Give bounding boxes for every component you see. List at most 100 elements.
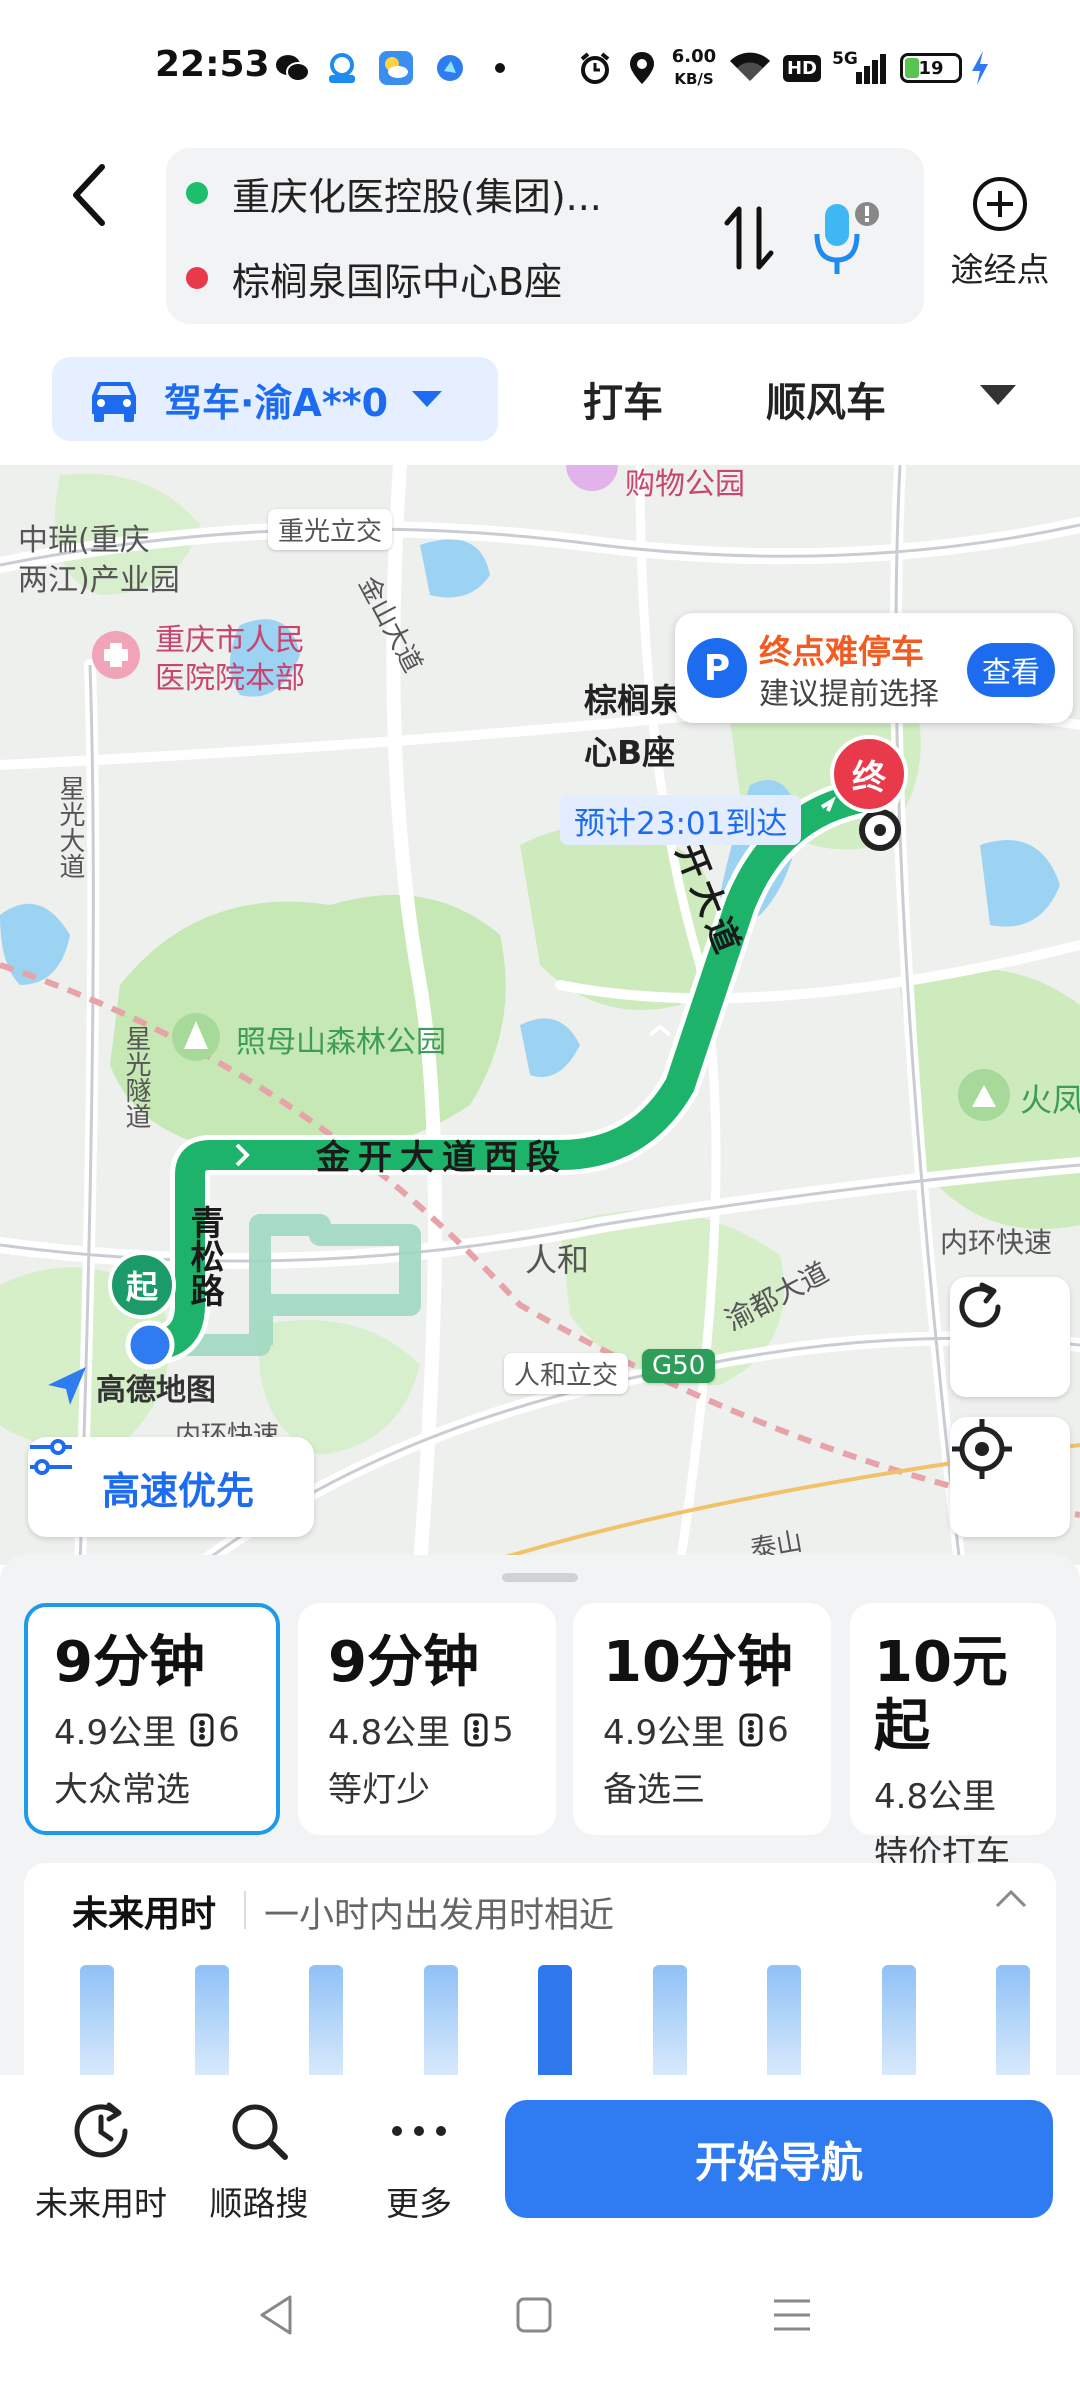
back-button[interactable] (60, 155, 120, 235)
route-road-label-qingsong: 青松路 (184, 1205, 224, 1307)
app-icon (430, 48, 470, 88)
future-time-bar[interactable] (996, 1965, 1030, 2075)
add-waypoint-button[interactable]: 途经点 (940, 175, 1060, 305)
parking-view-button[interactable]: 查看 (967, 643, 1055, 697)
parking-tip-card[interactable]: P 终点难停车 建议提前选择 查看 (675, 613, 1073, 723)
route-option-taxi[interactable]: 10元起 4.8公里 特价打车 (850, 1603, 1056, 1874)
clock-history-icon (74, 2102, 128, 2158)
future-time-button[interactable]: 未来用时 (26, 2099, 176, 2225)
highway-preference-label: 高速优先 (101, 1468, 254, 1513)
back-nav-button[interactable] (246, 2285, 306, 2345)
map-label-chongguang: 重光立交 (268, 509, 393, 550)
chevron-down-icon (412, 391, 443, 407)
destination-dot (186, 267, 208, 289)
eta-label: 预计23:01到达 (560, 795, 802, 845)
origin-field[interactable]: 重庆化医控股(集团)... (186, 163, 602, 223)
route-option-name: 大众常选 (54, 1770, 190, 1810)
route-road-label-main: 金开大道西段 (316, 1138, 568, 1178)
status-bar: 22:53 6.00 KB/S HD 5G 19 (0, 0, 1080, 140)
route-option-time: 10分钟 (603, 1630, 793, 1695)
battery-icon: 19 (896, 48, 966, 88)
map-label-xingguang-ave: 星光大道 (55, 775, 85, 879)
menu-icon (774, 2299, 810, 2331)
route-option-2[interactable]: 9分钟 4.8公里 5 等灯少 (298, 1603, 556, 1835)
refresh-button[interactable] (950, 1277, 1070, 1397)
tab-drive[interactable]: 驾车·渝A**0 (52, 357, 498, 441)
net-speed-unit: KB/S (674, 70, 714, 88)
route-option-meta: 4.8公里 (874, 1769, 1056, 1818)
refresh-icon (959, 1282, 1001, 1328)
collapse-button[interactable] (994, 1887, 1028, 1913)
future-time-bar[interactable] (80, 1965, 114, 2075)
parking-subtitle: 建议提前选择 (759, 677, 939, 712)
net-speed-value: 6.00 (671, 46, 717, 67)
map-view[interactable]: 购物公园 中瑞(重庆 两江)产业园 重光立交 重庆市人民 医院院本部 金山大道 … (0, 465, 1080, 1565)
settings-sliders-icon (30, 1439, 72, 1475)
more-button[interactable]: 更多 (344, 2099, 494, 2225)
start-navigation-button[interactable]: 开始导航 (505, 2100, 1053, 2218)
traffic-light-icon (739, 1713, 763, 1746)
locate-button[interactable] (950, 1417, 1070, 1537)
map-label-xingguang-tunnel: 星光隧道 (121, 1025, 151, 1129)
future-time-bar[interactable] (195, 1965, 229, 2075)
more-label: 更多 (386, 2184, 452, 2223)
origin-text: 重庆化医控股(集团)... (232, 174, 602, 219)
future-time-bar[interactable] (653, 1965, 687, 2075)
parking-title: 终点难停车 (759, 632, 924, 671)
map-label-zhongrui-2: 两江)产业园 (18, 563, 180, 598)
drag-handle[interactable] (502, 1573, 578, 1582)
tab-carpool[interactable]: 顺风车 (766, 370, 886, 428)
traffic-light-icon (190, 1713, 214, 1746)
tab-taxi[interactable]: 打车 (583, 370, 663, 428)
map-label-inner-ring: 内环快速 (940, 1226, 1053, 1259)
future-time-bar[interactable] (767, 1965, 801, 2075)
destination-name-line2: 心B座 (584, 733, 676, 772)
route-option-meta: 4.9公里 6 (603, 1705, 831, 1754)
future-time-bar[interactable] (424, 1965, 458, 2075)
status-time: 22:53 (155, 44, 270, 85)
wifi-icon (728, 48, 772, 88)
more-modes-button[interactable] (978, 383, 1018, 413)
bottom-action-bar: 未来用时 顺路搜 更多 开始导航 (0, 2075, 1080, 2245)
map-label-zhaomushan: 照母山森林公园 (236, 1025, 446, 1060)
map-label-huofeng: 火凤 (1020, 1081, 1080, 1119)
search-icon (232, 2104, 288, 2160)
route-option-3[interactable]: 10分钟 4.9公里 6 备选三 (573, 1603, 831, 1835)
voice-input-button[interactable] (806, 193, 886, 283)
menu-nav-button[interactable] (762, 2285, 822, 2345)
future-time-subtitle: 一小时内出发用时相近 (264, 1896, 615, 1936)
route-option-distance: 4.9公里 (603, 1713, 726, 1753)
waypoint-label: 途经点 (950, 250, 1050, 289)
future-time-bar[interactable] (882, 1965, 916, 2075)
more-dots-icon (392, 2126, 446, 2136)
destination-name-label: 棕榈泉 心B座 (584, 675, 683, 779)
destination-field[interactable]: 棕榈泉国际中心B座 (186, 248, 562, 308)
future-time-bar-current[interactable] (538, 1965, 572, 2075)
highway-preference-button[interactable]: 高速优先 (28, 1437, 314, 1537)
location-icon (624, 48, 660, 88)
future-time-bar[interactable] (309, 1965, 343, 2075)
origin-dot (186, 182, 208, 204)
route-option-lights: 6 (767, 1709, 789, 1750)
hd-badge: HD (782, 48, 822, 88)
chevron-up-icon (995, 1889, 1027, 1908)
map-label-hospital-2: 医院院本部 (155, 661, 305, 696)
parking-icon: P (687, 638, 747, 698)
route-option-1[interactable]: 9分钟 4.9公里 6 大众常选 (24, 1603, 280, 1835)
search-along-button[interactable]: 顺路搜 (184, 2099, 334, 2225)
home-square-icon (516, 2297, 552, 2333)
plus-circle-icon (973, 177, 1027, 231)
map-label-renhe: 人和 (525, 1241, 590, 1279)
route-option-distance: 4.8公里 (874, 1777, 997, 1817)
route-option-name: 备选三 (603, 1770, 705, 1810)
route-option-name: 等灯少 (328, 1770, 430, 1810)
back-triangle-icon (260, 2295, 292, 2335)
map-label-zhongrui: 中瑞(重庆 (18, 523, 150, 558)
future-time-label: 未来用时 (35, 2184, 167, 2223)
home-nav-button[interactable] (504, 2285, 564, 2345)
app-icon (322, 48, 362, 88)
route-option-time: 10元起 (874, 1630, 1008, 1759)
swap-route-button[interactable] (714, 198, 784, 278)
traffic-light-icon (464, 1713, 488, 1746)
route-panel: 9分钟 4.9公里 6 大众常选 9分钟 4.8公里 5 等灯少 10分钟 4.… (0, 1555, 1080, 2123)
